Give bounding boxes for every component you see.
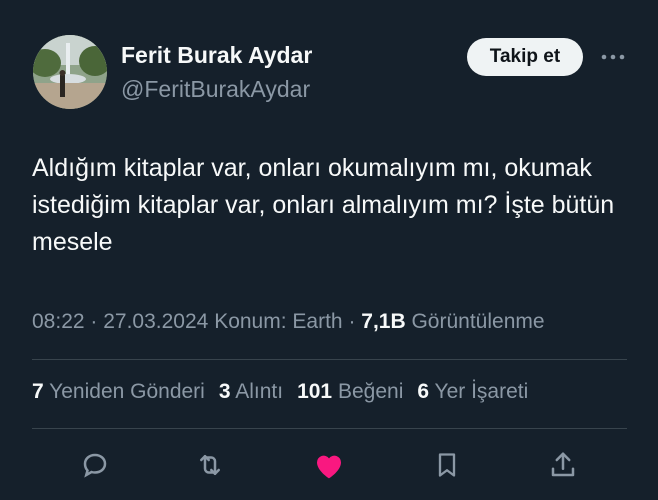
bookmarks-count: 6 — [417, 380, 430, 403]
bookmarks-label: Yer İşareti — [434, 380, 529, 403]
more-icon[interactable] — [598, 45, 628, 69]
meta-separator: · — [90, 310, 104, 333]
quotes-label: Alıntı — [235, 380, 284, 403]
follow-button[interactable]: Takip et — [467, 38, 583, 76]
quotes-count: 3 — [218, 380, 231, 403]
divider — [32, 428, 627, 429]
bookmarks-stat[interactable]: 6 Yer İşareti — [417, 380, 528, 404]
tweet-time[interactable]: 08:22 — [32, 310, 85, 333]
tweet-meta: 08:22 · 27.03.2024 Konum: Earth · 7,1B G… — [32, 310, 545, 334]
tweet-date[interactable]: 27.03.2024 — [103, 310, 208, 333]
views-label: Görüntülenme — [411, 310, 545, 333]
author-name[interactable]: Ferit Burak Aydar — [121, 42, 312, 69]
share-icon[interactable] — [543, 445, 583, 485]
action-bar — [32, 445, 627, 485]
heart-icon[interactable] — [309, 445, 349, 485]
divider — [32, 359, 627, 360]
meta-separator: · — [348, 310, 362, 333]
retweets-count: 7 — [32, 380, 44, 403]
retweets-label: Yeniden Gönderi — [49, 380, 205, 403]
avatar[interactable] — [33, 35, 107, 109]
author-handle[interactable]: @FeritBurakAydar — [121, 76, 310, 103]
quotes-stat[interactable]: 3 Alıntı — [219, 380, 283, 404]
reply-icon[interactable] — [75, 445, 115, 485]
tweet-location: Konum: Earth — [214, 310, 343, 333]
tweet-text: Aldığım kitaplar var, onları okumalıyım … — [32, 154, 615, 256]
likes-count: 101 — [297, 380, 333, 403]
retweets-stat[interactable]: 7 Yeniden Gönderi — [32, 380, 205, 404]
views-count: 7,1B — [361, 310, 406, 333]
tweet-stats: 7 Yeniden Gönderi 3 Alıntı 101 Beğeni 6 … — [32, 380, 528, 404]
likes-label: Beğeni — [337, 380, 404, 403]
bookmark-icon[interactable] — [427, 445, 467, 485]
retweet-icon[interactable] — [190, 445, 230, 485]
avatar-image — [33, 35, 107, 109]
likes-stat[interactable]: 101 Beğeni — [297, 380, 403, 404]
